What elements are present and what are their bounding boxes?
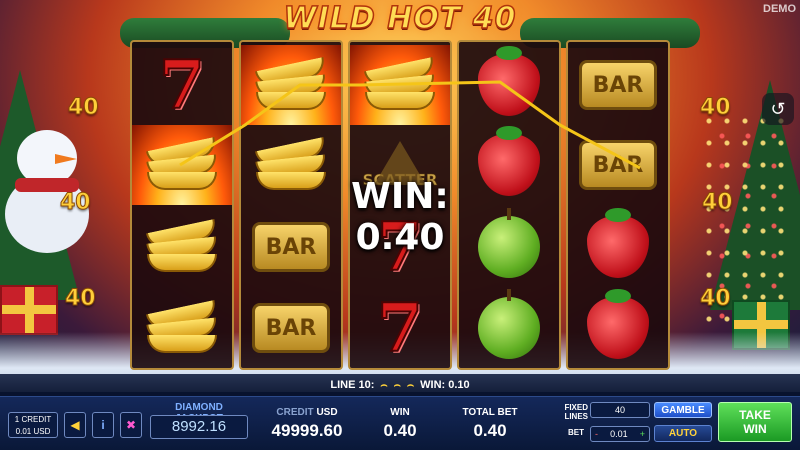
win-display: WIN 0.40 — [360, 407, 440, 441]
bet-stepper: - 0.01 + — [590, 426, 650, 442]
auto-button[interactable]: AUTO — [654, 425, 712, 442]
fullscreen-icon[interactable]: ✖ — [120, 412, 142, 438]
banana-icon: ⌢ — [393, 378, 401, 391]
win-line-label: LINE 10: — [330, 379, 375, 391]
symbol-strawberry — [459, 45, 559, 125]
symbol-seven: 7 — [158, 45, 206, 125]
gamble-button[interactable]: GAMBLE — [654, 402, 712, 418]
bet-label: BET — [568, 428, 584, 437]
symbol-banana-burning — [132, 125, 232, 205]
bet-decrease-button[interactable]: - — [595, 427, 598, 441]
payline-count-right-2: 40 — [702, 190, 734, 216]
banana-icon: ⌢ — [406, 378, 415, 391]
sound-icon[interactable]: ◀ — [64, 412, 86, 438]
symbol-banana — [132, 207, 232, 287]
payline-count-right-1: 40 — [700, 95, 732, 121]
info-icon[interactable]: i — [92, 412, 114, 438]
strawberry-icon — [587, 208, 649, 278]
banana-icon: ⌢ — [380, 378, 388, 391]
denomination-button[interactable]: 1 CREDIT 0.01 USD — [8, 412, 58, 438]
payline-count-left-2: 40 — [60, 190, 92, 216]
banana-icon — [145, 299, 219, 355]
history-icon[interactable]: ↺ — [762, 93, 794, 125]
payline-count-right-3: 40 — [700, 286, 732, 312]
banana-icon — [254, 56, 328, 112]
fixed-lines-label: FIXED LINES — [564, 403, 588, 421]
strawberry-icon — [478, 46, 540, 116]
take-win-button[interactable]: TAKE WIN — [718, 402, 792, 442]
symbol-banana — [132, 288, 232, 368]
bet-value: 0.01 — [610, 429, 628, 439]
last-win-info: LINE 10: ⌢ ⌢ ⌢ WIN: 0.10 — [0, 374, 800, 396]
symbol-strawberry — [568, 207, 668, 287]
symbol-banana-burning — [241, 45, 341, 125]
credit-display: CREDIT USD 49999.60 — [262, 407, 352, 441]
game-logo: WILD HOT 40 — [283, 0, 517, 37]
gift-icon — [0, 285, 58, 335]
symbol-apple — [459, 288, 559, 368]
symbol-strawberry — [568, 288, 668, 368]
apple-icon — [478, 289, 540, 359]
strawberry-icon — [587, 289, 649, 359]
total-bet-display: TOTAL BET 0.40 — [450, 407, 530, 441]
symbol-bar: BAR — [568, 45, 668, 125]
payline-count-left-3: 40 — [65, 286, 97, 312]
banana-icon — [363, 56, 437, 112]
total-bet-value: 0.40 — [473, 421, 507, 440]
payline-count-left-1: 40 — [68, 95, 100, 121]
control-panel: 1 CREDIT 0.01 USD ◀ i ✖ DIAMOND JACKPOT … — [0, 396, 800, 450]
banana-icon — [145, 218, 219, 274]
symbol-bar: BAR — [241, 288, 341, 368]
reel-1: 7 — [130, 40, 234, 370]
symbol-seven: 7 — [376, 288, 424, 368]
symbol-banana-burning — [350, 45, 450, 125]
win-overlay: WIN: 0.40 — [351, 176, 449, 258]
demo-label: DEMO — [763, 3, 796, 15]
credit-value: 49999.60 — [271, 421, 343, 440]
banana-icon — [145, 136, 219, 192]
bet-increase-button[interactable]: + — [640, 427, 645, 441]
fixed-lines-value: 40 — [590, 402, 650, 418]
win-line-amount: WIN: 0.10 — [420, 379, 470, 391]
reel-5: BAR BAR — [566, 40, 670, 370]
win-value: 0.40 — [383, 421, 417, 440]
symbol-bar: BAR — [568, 125, 668, 205]
jackpot-value: 8992.16 — [150, 415, 248, 439]
